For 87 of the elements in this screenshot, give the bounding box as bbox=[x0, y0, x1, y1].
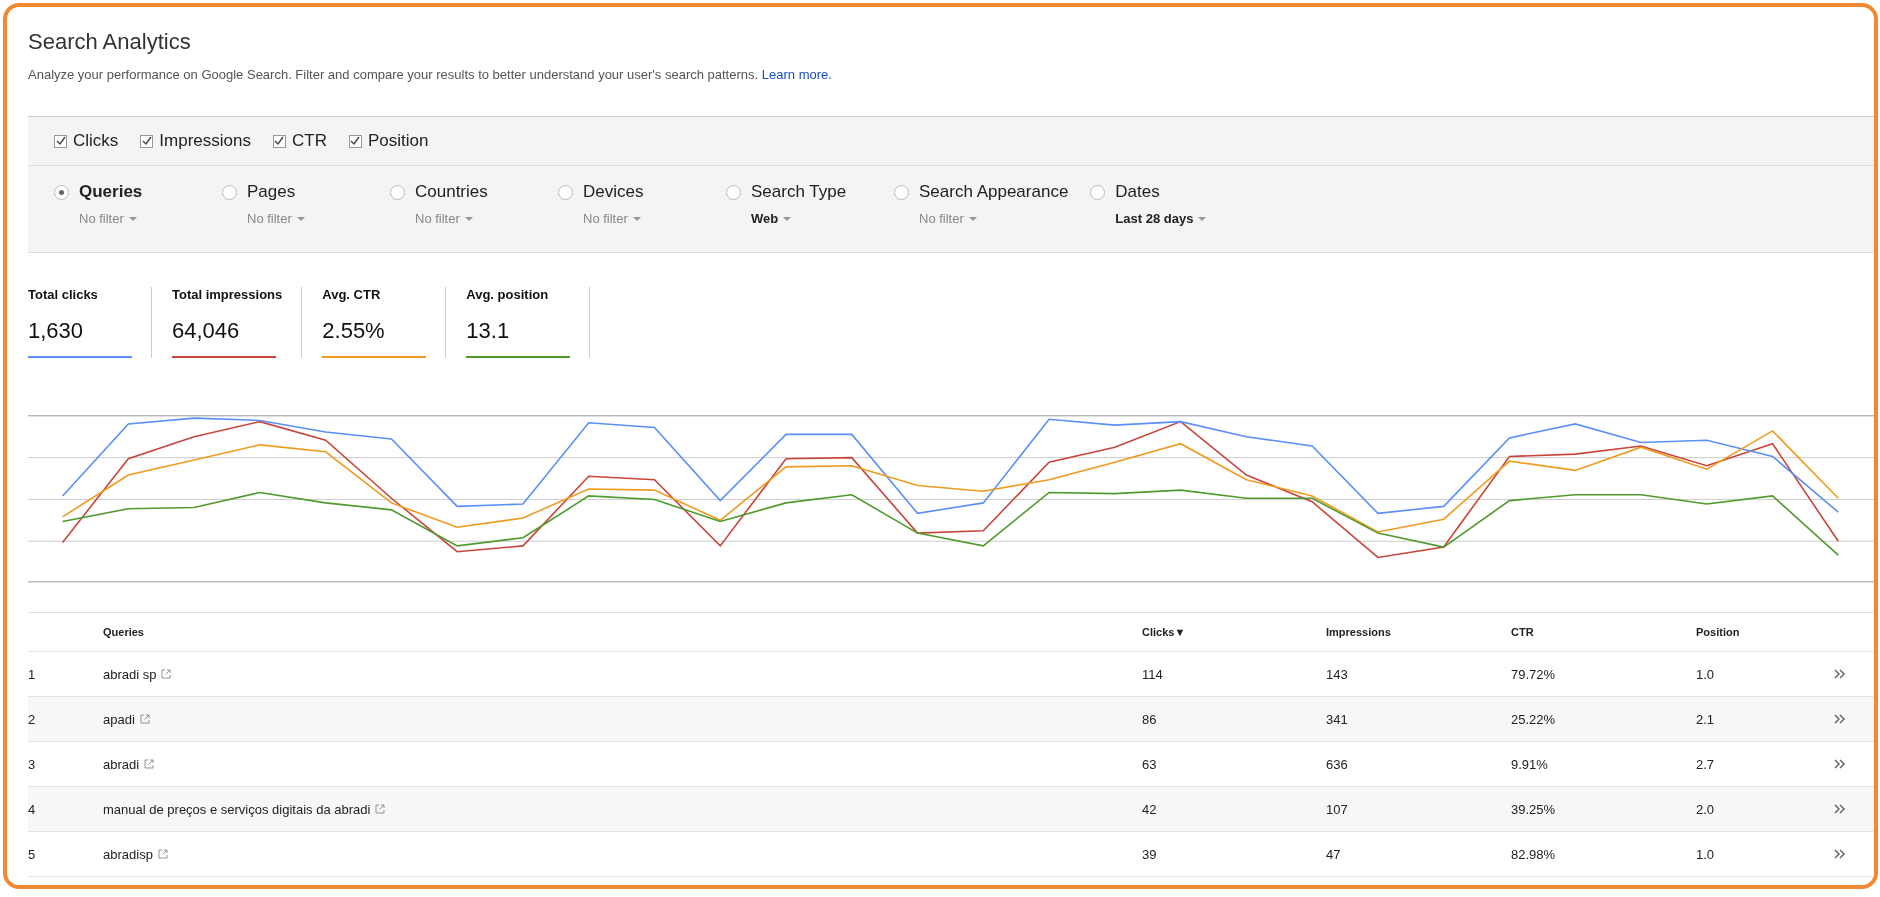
radio-button[interactable] bbox=[222, 184, 237, 200]
stat-label: Avg. position bbox=[466, 287, 550, 302]
row-number: 3 bbox=[28, 756, 37, 772]
stat-value: 1,630 bbox=[28, 318, 85, 344]
query-text: abradi bbox=[103, 756, 140, 772]
stat-label: Total clicks bbox=[28, 287, 99, 302]
radio-label[interactable]: Queries bbox=[79, 182, 200, 202]
radio-button[interactable] bbox=[54, 184, 69, 200]
double-chevron-icon[interactable] bbox=[1834, 759, 1846, 769]
double-chevron-icon[interactable] bbox=[1834, 714, 1846, 724]
external-link-icon[interactable] bbox=[144, 759, 155, 769]
stat-value: 2.55% bbox=[322, 318, 386, 344]
caret-icon bbox=[464, 216, 473, 221]
table-cell-text: 9.91% bbox=[1511, 756, 1549, 772]
table-cell-text: 341 bbox=[1326, 711, 1349, 727]
double-chevron-icon[interactable] bbox=[1834, 849, 1846, 859]
query-text: abradi sp bbox=[103, 666, 157, 682]
table-cell-text: 636 bbox=[1326, 756, 1349, 772]
external-link-icon[interactable] bbox=[157, 849, 168, 859]
table-cell-text: 47 bbox=[1326, 846, 1342, 862]
table-cell-text: 86 bbox=[1142, 711, 1158, 727]
caret-icon bbox=[1198, 216, 1207, 221]
query-text: manual de preços e serviços digitais da abradi bbox=[103, 801, 371, 817]
radio-label[interactable]: Devices bbox=[583, 182, 704, 202]
stat-label: Total impressions bbox=[172, 287, 283, 302]
filter-dropdown[interactable]: Web bbox=[751, 211, 872, 226]
radio-button[interactable] bbox=[1090, 184, 1106, 200]
row-number: 5 bbox=[28, 846, 37, 862]
query-text: apadi bbox=[103, 711, 135, 727]
row-number: 1 bbox=[28, 666, 37, 682]
table-cell-text: 42 bbox=[1142, 801, 1158, 817]
row-number: 2 bbox=[28, 711, 37, 727]
checkbox[interactable] bbox=[273, 134, 286, 148]
checkbox-label[interactable]: CTR bbox=[292, 131, 327, 151]
table-cell-text: 39 bbox=[1142, 846, 1158, 862]
radio-button[interactable] bbox=[390, 184, 405, 200]
external-link-icon[interactable] bbox=[139, 714, 150, 724]
checkbox[interactable] bbox=[54, 134, 67, 148]
column-header[interactable]: Queries bbox=[103, 626, 1142, 638]
checkbox[interactable] bbox=[348, 134, 362, 148]
caret-icon bbox=[128, 216, 137, 221]
table-cell-text: 2.7 bbox=[1696, 756, 1716, 772]
table-cell-text: 143 bbox=[1326, 666, 1349, 682]
radio-button[interactable] bbox=[726, 184, 741, 200]
page-title: Search Analytics bbox=[28, 29, 192, 55]
checkbox[interactable] bbox=[140, 134, 154, 148]
row-number: 4 bbox=[28, 801, 37, 817]
radio-label[interactable]: Countries bbox=[415, 182, 536, 202]
radio-label[interactable]: Dates bbox=[1115, 182, 1237, 202]
double-chevron-icon[interactable] bbox=[1834, 804, 1846, 814]
stat-value: 13.1 bbox=[466, 318, 511, 344]
radio-label[interactable]: Search Appearance bbox=[919, 182, 1069, 202]
stat-label: Avg. CTR bbox=[322, 287, 382, 302]
checkbox-label[interactable]: Clicks bbox=[73, 131, 119, 151]
external-link-icon[interactable] bbox=[161, 669, 172, 679]
table-cell-text: 2.0 bbox=[1696, 801, 1716, 817]
table-cell-text: 63 bbox=[1142, 756, 1158, 772]
radio-button[interactable] bbox=[558, 184, 573, 200]
stat-value: 64,046 bbox=[172, 318, 241, 344]
table-cell-text: 25.22% bbox=[1511, 711, 1557, 727]
learn-more-link[interactable]: Learn more. bbox=[761, 67, 832, 82]
radio-label[interactable]: Pages bbox=[247, 182, 368, 202]
table-cell-text: 39.25% bbox=[1511, 801, 1557, 817]
external-link-icon[interactable] bbox=[375, 804, 386, 814]
table-cell-text: 1.0 bbox=[1696, 846, 1716, 862]
caret-icon bbox=[632, 216, 641, 221]
table-cell-text: 114 bbox=[1142, 666, 1164, 682]
table-cell-text: 107 bbox=[1326, 801, 1349, 817]
checkbox-label[interactable]: Position bbox=[367, 131, 429, 151]
query-text: abradisp bbox=[103, 846, 153, 862]
table-cell-text: 82.98% bbox=[1511, 846, 1557, 862]
radio-label[interactable]: Search Type bbox=[751, 182, 872, 202]
caret-icon bbox=[968, 216, 977, 221]
table-cell-text: 2.1 bbox=[1696, 711, 1716, 727]
double-chevron-icon[interactable] bbox=[1834, 669, 1846, 679]
caret-icon bbox=[783, 216, 792, 221]
table-cell-text: 1.0 bbox=[1696, 666, 1716, 682]
column-header[interactable]: Position bbox=[1696, 626, 1834, 638]
filter-dropdown[interactable]: Last 28 days bbox=[1115, 211, 1237, 226]
column-header[interactable]: CTR bbox=[1511, 626, 1696, 638]
radio-button[interactable] bbox=[894, 184, 909, 200]
table-cell-text: 79.72% bbox=[1511, 666, 1557, 682]
column-header[interactable]: Clicks▼ bbox=[1142, 626, 1326, 638]
caret-icon bbox=[296, 216, 305, 221]
checkbox-label[interactable]: Impressions bbox=[159, 131, 251, 151]
page-description: Analyze your performance on Google Search. Filter and compare your results to better understand your user's search patterns. Learn more. bbox=[28, 67, 833, 82]
column-header[interactable]: Impressions bbox=[1326, 626, 1511, 638]
